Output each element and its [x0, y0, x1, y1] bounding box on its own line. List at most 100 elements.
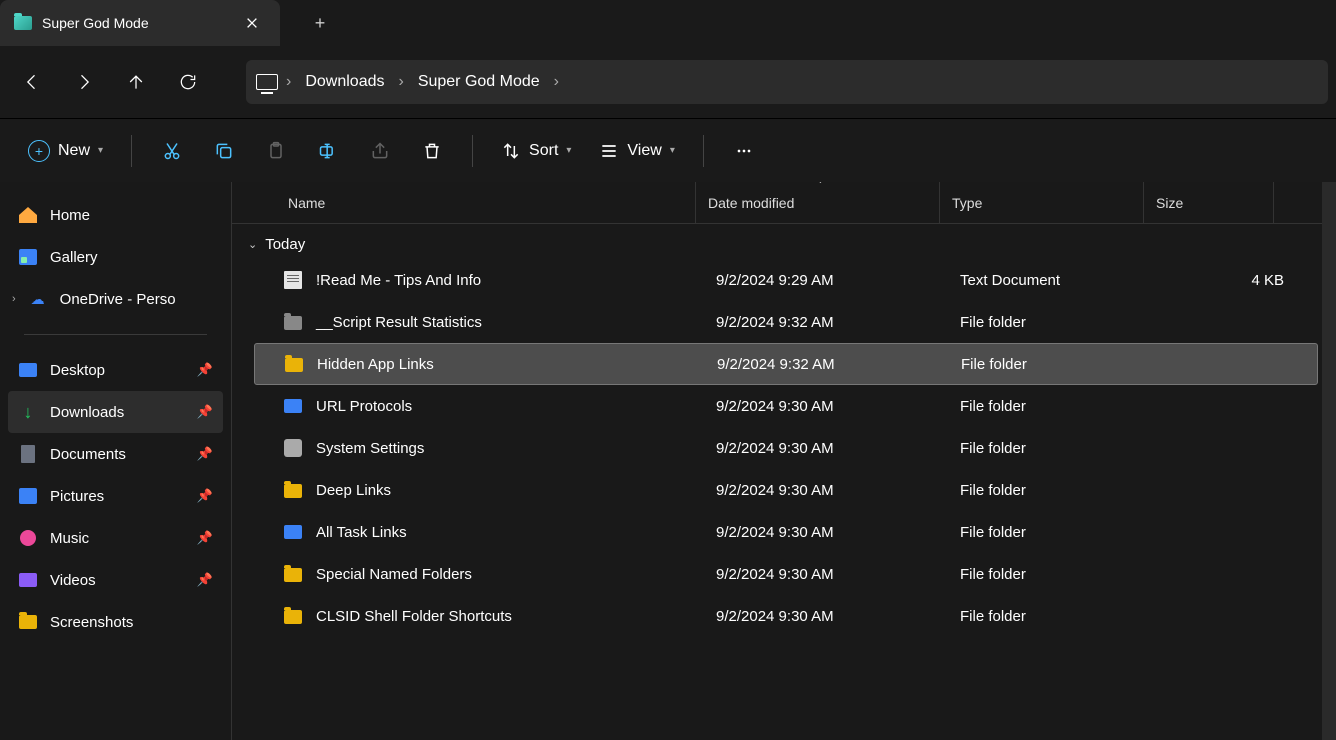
sidebar-item-pictures[interactable]: Pictures 📌 [8, 475, 223, 517]
file-name: All Task Links [316, 524, 407, 541]
breadcrumb-downloads[interactable]: Downloads [299, 69, 390, 95]
file-row[interactable]: URL Protocols9/2/2024 9:30 AMFile folder [254, 385, 1318, 427]
file-date: 9/2/2024 9:30 AM [716, 524, 960, 541]
file-name: URL Protocols [316, 398, 412, 415]
file-icon [284, 399, 302, 413]
chevron-down-icon: ⌄ [248, 238, 257, 251]
file-type: File folder [960, 566, 1164, 583]
sidebar-label: Videos [50, 572, 96, 589]
up-button[interactable] [112, 58, 160, 106]
back-button[interactable] [8, 58, 56, 106]
toolbar: + New ▾ Sort ▾ View ▾ [0, 118, 1336, 182]
file-row[interactable]: All Task Links 9/2/2024 9:30 AMFile folde… [254, 511, 1318, 553]
forward-button[interactable] [60, 58, 108, 106]
chevron-right-icon[interactable]: › [554, 73, 559, 91]
column-name[interactable]: Name [276, 182, 696, 223]
file-row[interactable]: CLSID Shell Folder Shortcuts9/2/2024 9:3… [254, 595, 1318, 637]
file-size: 4 KB [1164, 272, 1284, 289]
folder-icon [18, 612, 38, 632]
sidebar-label: OneDrive - Perso [60, 291, 176, 308]
file-row[interactable]: System Settings9/2/2024 9:30 AMFile fold… [254, 427, 1318, 469]
gallery-icon [18, 247, 38, 267]
sidebar-item-videos[interactable]: Videos 📌 [8, 559, 223, 601]
file-row[interactable]: Hidden App Links9/2/2024 9:32 AMFile fol… [254, 343, 1318, 385]
sidebar-label: Music [50, 530, 89, 547]
paste-button[interactable] [254, 131, 298, 171]
sort-indicator-icon: ˅ [818, 182, 824, 187]
view-label: View [627, 142, 661, 160]
column-date-modified[interactable]: ˅Date modified [696, 182, 940, 223]
file-name: __Script Result Statistics [316, 314, 482, 331]
share-button[interactable] [358, 131, 402, 171]
refresh-button[interactable] [164, 58, 212, 106]
file-row[interactable]: Special Named Folders9/2/2024 9:30 AMFil… [254, 553, 1318, 595]
file-type: File folder [960, 314, 1164, 331]
sidebar-item-home[interactable]: Home [8, 194, 223, 236]
file-row[interactable]: !Read Me - Tips And Info 9/2/2024 9:29 AM… [254, 259, 1318, 301]
chevron-right-icon[interactable]: › [286, 73, 291, 91]
new-button[interactable]: + New ▾ [18, 131, 113, 171]
file-type: File folder [960, 440, 1164, 457]
tab-title: Super God Mode [42, 15, 226, 31]
cut-button[interactable] [150, 131, 194, 171]
divider [24, 334, 207, 335]
address-bar[interactable]: › Downloads › Super God Mode › [246, 60, 1328, 104]
file-date: 9/2/2024 9:29 AM [716, 272, 960, 289]
close-tab-button[interactable] [236, 7, 268, 39]
chevron-down-icon: ▾ [566, 145, 571, 156]
sidebar-item-onedrive[interactable]: › ☁ OneDrive - Perso [8, 278, 223, 320]
file-type: File folder [961, 356, 1165, 373]
sidebar-item-downloads[interactable]: ↓ Downloads 📌 [8, 391, 223, 433]
sidebar-item-music[interactable]: Music 📌 [8, 517, 223, 559]
copy-button[interactable] [202, 131, 246, 171]
pin-icon: 📌 [197, 404, 213, 420]
new-tab-button[interactable]: + [300, 3, 340, 43]
file-list: ⌄ Today !Read Me - Tips And Info 9/2/2024… [232, 224, 1322, 740]
tab-bar: Super God Mode + [0, 0, 1336, 46]
file-type: File folder [960, 524, 1164, 541]
desktop-icon [18, 360, 38, 380]
sort-label: Sort [529, 142, 558, 160]
sidebar-label: Documents [50, 446, 126, 463]
file-name: !Read Me - Tips And Info [316, 272, 481, 289]
file-type: File folder [960, 482, 1164, 499]
content-pane: Name ˅Date modified Type Size ⌄ Today !R… [232, 182, 1322, 740]
file-name: Deep Links [316, 482, 391, 499]
sidebar: Home Gallery › ☁ OneDrive - Perso Deskto… [0, 182, 232, 740]
tab-active[interactable]: Super God Mode [0, 0, 280, 46]
chevron-right-icon[interactable]: › [398, 73, 403, 91]
sidebar-item-screenshots[interactable]: Screenshots [8, 601, 223, 643]
file-row[interactable]: __Script Result Statistics9/2/2024 9:32 … [254, 301, 1318, 343]
rename-button[interactable] [306, 131, 350, 171]
document-icon [18, 444, 38, 464]
column-type[interactable]: Type [940, 182, 1144, 223]
pin-icon: 📌 [197, 446, 213, 462]
file-icon [284, 484, 302, 498]
address-row: › Downloads › Super God Mode › [0, 46, 1336, 118]
file-date: 9/2/2024 9:30 AM [716, 398, 960, 415]
file-row[interactable]: Deep Links9/2/2024 9:30 AMFile folder [254, 469, 1318, 511]
delete-button[interactable] [410, 131, 454, 171]
sidebar-item-documents[interactable]: Documents 📌 [8, 433, 223, 475]
more-button[interactable] [722, 131, 766, 171]
sort-button[interactable]: Sort ▾ [491, 131, 581, 171]
main-area: Home Gallery › ☁ OneDrive - Perso Deskto… [0, 182, 1336, 740]
column-size[interactable]: Size [1144, 182, 1274, 223]
file-name: Hidden App Links [317, 356, 434, 373]
chevron-down-icon: ▾ [670, 145, 675, 156]
sidebar-item-gallery[interactable]: Gallery [8, 236, 223, 278]
view-button[interactable]: View ▾ [589, 131, 684, 171]
file-name: Special Named Folders [316, 566, 472, 583]
scrollbar[interactable] [1322, 182, 1336, 740]
pin-icon: 📌 [197, 530, 213, 546]
chevron-right-icon[interactable]: › [12, 293, 16, 305]
sidebar-item-desktop[interactable]: Desktop 📌 [8, 349, 223, 391]
file-icon [285, 358, 303, 372]
sidebar-label: Downloads [50, 404, 124, 421]
group-header-today[interactable]: ⌄ Today [232, 230, 1318, 259]
music-icon [18, 528, 38, 548]
file-type: File folder [960, 608, 1164, 625]
breadcrumb-current[interactable]: Super God Mode [412, 69, 546, 95]
file-name: CLSID Shell Folder Shortcuts [316, 608, 512, 625]
cloud-icon: ☁ [28, 289, 48, 309]
